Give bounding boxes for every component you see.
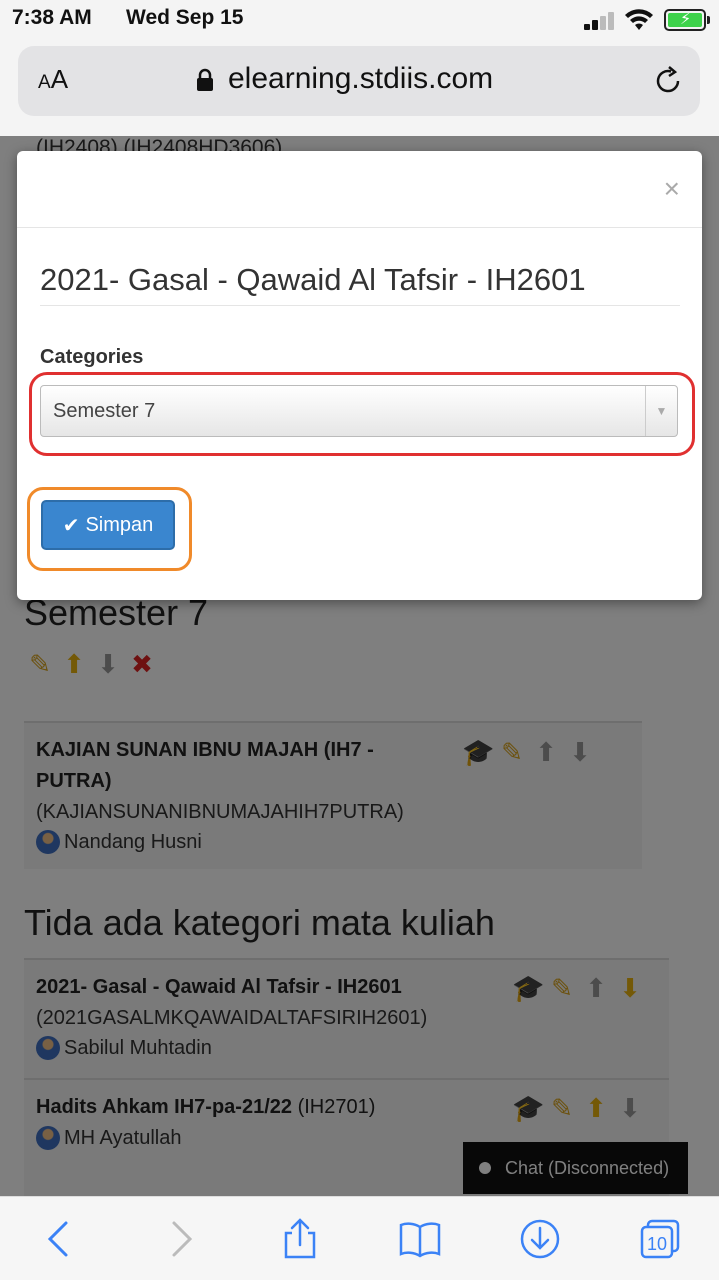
status-date: Wed Sep 15: [126, 6, 244, 29]
back-icon[interactable]: [38, 1217, 82, 1261]
download-icon[interactable]: [518, 1217, 562, 1261]
lock-icon: [197, 68, 213, 91]
address-bar[interactable]: AA elearning.stdiis.com: [18, 46, 700, 116]
tabs-icon[interactable]: 10: [638, 1217, 682, 1261]
categories-selected-value: Semester 7: [53, 399, 156, 422]
reload-icon[interactable]: [651, 64, 685, 98]
tabs-count: 10: [647, 1234, 668, 1254]
modal-header: ×: [17, 151, 702, 228]
cellular-signal-icon: [584, 12, 618, 30]
safari-toolbar: 10: [0, 1196, 719, 1280]
status-time: 7:38 AM: [12, 6, 92, 29]
text-size-button[interactable]: AA: [38, 64, 68, 95]
url-text: elearning.stdiis.com: [228, 62, 494, 95]
battery-charging-icon: ⚡: [664, 9, 710, 31]
share-icon[interactable]: [278, 1217, 322, 1261]
checkmark-icon: ✔: [62, 514, 80, 537]
divider: [40, 305, 680, 306]
categories-label: Categories: [40, 346, 144, 368]
save-label: Simpan: [85, 513, 154, 536]
wifi-icon: [625, 9, 653, 30]
close-icon[interactable]: ×: [664, 173, 680, 205]
safari-url-area: AA elearning.stdiis.com: [0, 40, 719, 136]
category-modal: × 2021- Gasal - Qawaid Al Tafsir - IH260…: [17, 151, 702, 600]
modal-title: 2021- Gasal - Qawaid Al Tafsir - IH2601: [40, 262, 586, 297]
categories-select[interactable]: Semester 7 ▼: [40, 385, 678, 437]
status-bar: 7:38 AM Wed Sep 15 ⚡: [0, 0, 719, 40]
save-button[interactable]: ✔ Simpan: [41, 500, 175, 550]
forward-icon[interactable]: [158, 1217, 202, 1261]
chevron-down-icon: ▼: [645, 386, 677, 436]
bookmarks-icon[interactable]: [398, 1217, 442, 1261]
